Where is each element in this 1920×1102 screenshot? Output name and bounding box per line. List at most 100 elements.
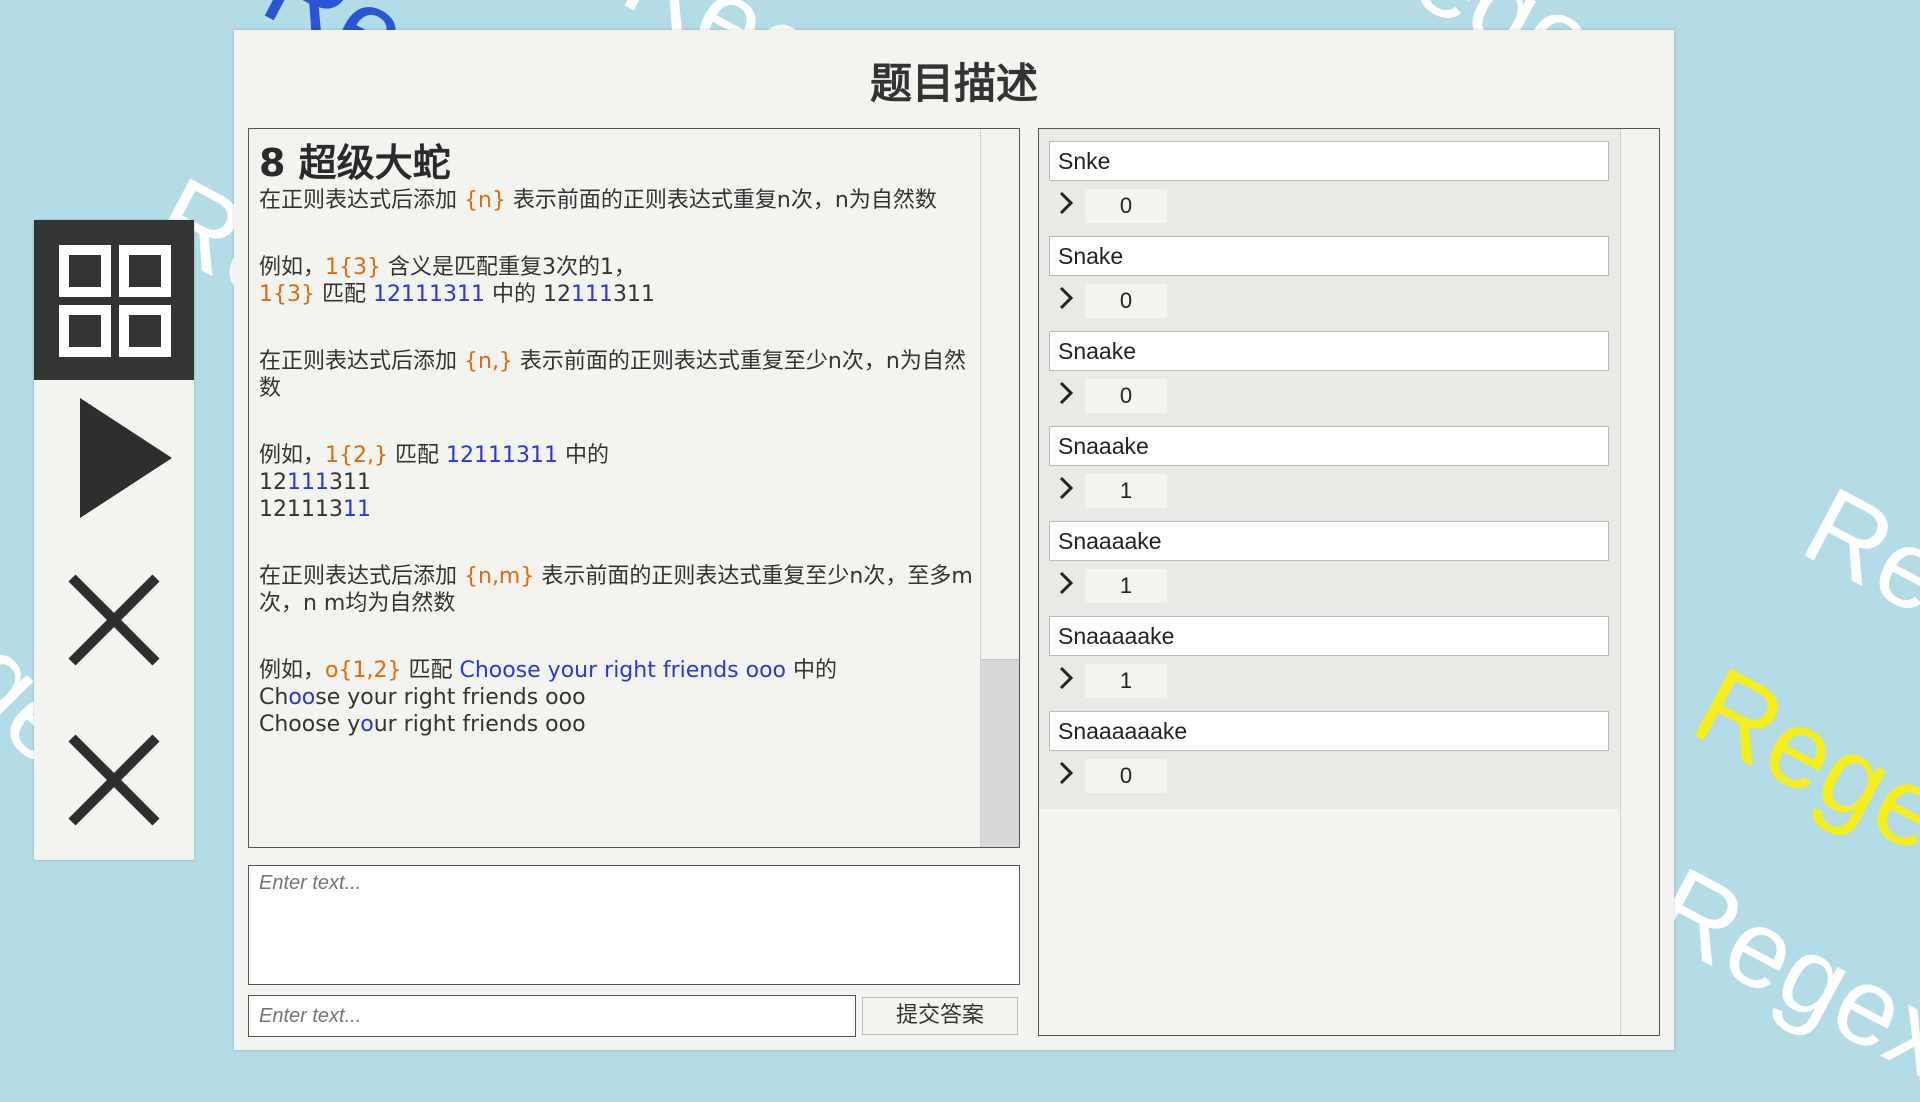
match-highlight: 11 <box>342 497 371 522</box>
pattern-highlight: 1{3} <box>325 255 382 280</box>
example-line: 例如，o{1,2} 匹配 Choose your right friends o… <box>259 657 979 684</box>
test-word: Snake <box>1049 236 1609 276</box>
test-case: Snaaaaake 1 <box>1039 604 1621 699</box>
text: ur right friends ooo <box>373 712 586 737</box>
example-line: 例如，1{2,} 匹配 12111311 中的 <box>259 442 979 469</box>
test-case: Snke 0 <box>1039 129 1621 224</box>
test-cases-scrollbar[interactable] <box>1620 129 1659 1035</box>
description-scrollbar-thumb[interactable] <box>981 659 1019 847</box>
description-paragraph: 在正则表达式后添加 {n,m} 表示前面的正则表达式重复至少n次，至多m次，n … <box>259 563 979 617</box>
test-word: Snaaaaaake <box>1049 711 1609 751</box>
text: Choose y <box>259 712 361 737</box>
test-case: Snaaaake 1 <box>1039 509 1621 604</box>
match-count: 0 <box>1085 284 1167 318</box>
text: se your right friends ooo <box>315 685 586 710</box>
match-count: 0 <box>1085 379 1167 413</box>
test-case: Snake 0 <box>1039 224 1621 319</box>
example-line: Choose your right friends ooo <box>259 684 979 711</box>
match-count: 0 <box>1085 189 1167 223</box>
text: 中的 12 <box>484 282 571 307</box>
description-paragraph: 在正则表达式后添加 {n,} 表示前面的正则表达式重复至少n次，n为自然数 <box>259 348 979 402</box>
text: 中的 <box>557 443 609 468</box>
test-case: Snaaaaaake 0 <box>1039 699 1621 794</box>
pattern-highlight: 1{2,} <box>325 443 388 468</box>
text: 311 <box>329 470 371 495</box>
description-content: 8 超级大蛇 在正则表达式后添加 {n} 表示前面的正则表达式重复n次，n为自然… <box>259 141 979 778</box>
match-count: 1 <box>1085 664 1167 698</box>
test-case: Snaaake 1 <box>1039 414 1621 509</box>
chevron-right-icon[interactable] <box>1053 377 1081 409</box>
text: 匹配 <box>315 282 373 307</box>
text: 中的 <box>786 658 838 683</box>
chevron-right-icon[interactable] <box>1053 472 1081 504</box>
match-highlight: 12111311 <box>446 443 558 468</box>
text: 匹配 <box>401 658 460 683</box>
test-word: Snke <box>1049 141 1609 181</box>
text: 在正则表达式后添加 <box>259 188 464 213</box>
pattern-highlight: o{1,2} <box>325 658 402 683</box>
match-count: 0 <box>1085 759 1167 793</box>
run-button[interactable] <box>34 380 194 540</box>
text: 311 <box>612 282 655 307</box>
example-line: Choose your right friends ooo <box>259 711 979 738</box>
example-line: 例如，1{3} 含义是匹配重复3次的1， <box>259 254 979 281</box>
regex-answer-input[interactable] <box>248 995 856 1037</box>
description-box[interactable]: 8 超级大蛇 在正则表达式后添加 {n} 表示前面的正则表达式重复n次，n为自然… <box>248 128 1020 848</box>
match-count: 1 <box>1085 569 1167 603</box>
match-highlight: 111 <box>570 282 613 307</box>
test-word: Snaaaaake <box>1049 616 1609 656</box>
text: 例如， <box>259 443 326 468</box>
test-text-area[interactable] <box>248 865 1020 985</box>
text: 表示前面的正则表达式重复n次，n为自然数 <box>505 188 937 213</box>
test-word: Snaaake <box>1049 426 1609 466</box>
test-word: Snaaaake <box>1049 521 1609 561</box>
clear-button[interactable] <box>34 540 194 700</box>
example-paragraph: 例如，o{1,2} 匹配 Choose your right friends o… <box>259 657 979 738</box>
background-watermark: Regex <box>1675 643 1920 902</box>
text: 例如， <box>259 255 326 280</box>
example-line: 12111311 <box>259 469 979 496</box>
example-paragraph: 例如，1{2,} 匹配 12111311 中的 12111311 1211131… <box>259 442 979 523</box>
test-cases-list: Snke 0 Snake 0 Snaake 0 Snaaake 1 Snaaaa… <box>1039 129 1621 809</box>
example-line: 12111311 <box>259 496 979 523</box>
text: 例如， <box>259 658 326 683</box>
pattern-highlight: {n,m} <box>464 564 535 589</box>
test-word: Snaake <box>1049 331 1609 371</box>
background-watermark: Regex <box>1785 463 1920 722</box>
level-heading: 8 超级大蛇 <box>259 141 451 185</box>
description-paragraph: 在正则表达式后添加 {n} 表示前面的正则表达式重复n次，n为自然数 <box>259 187 979 214</box>
pattern-highlight: 1{3} <box>259 282 315 307</box>
chevron-right-icon[interactable] <box>1053 662 1081 694</box>
text: 在正则表达式后添加 <box>259 564 464 589</box>
chevron-right-icon[interactable] <box>1053 567 1081 599</box>
example-paragraph: 例如，1{3} 含义是匹配重复3次的1， 1{3} 匹配 12111311 中的… <box>259 254 979 308</box>
chevron-right-icon[interactable] <box>1053 757 1081 789</box>
close-icon <box>68 734 160 826</box>
text: 含义是匹配重复3次的1， <box>381 255 637 280</box>
match-count: 1 <box>1085 474 1167 508</box>
close-button[interactable] <box>34 700 194 860</box>
panel-title: 题目描述 <box>869 59 1038 108</box>
problem-panel: 题目描述 8 超级大蛇 在正则表达式后添加 {n} 表示前面的正则表达式重复n次… <box>234 30 1674 1050</box>
match-highlight: oo <box>288 685 316 710</box>
description-scrollbar[interactable] <box>980 129 1019 847</box>
chevron-right-icon[interactable] <box>1053 282 1081 314</box>
chevron-right-icon[interactable] <box>1053 187 1081 219</box>
text: 在正则表达式后添加 <box>259 349 464 374</box>
pattern-highlight: {n} <box>464 188 506 213</box>
match-highlight: 111 <box>287 470 329 495</box>
match-highlight: 12111311 <box>373 282 485 307</box>
text: Ch <box>259 685 289 710</box>
text: 12 <box>259 470 287 495</box>
submit-answer-button[interactable]: 提交答案 <box>862 997 1018 1035</box>
side-toolbar <box>34 220 194 860</box>
test-case: Snaake 0 <box>1039 319 1621 414</box>
text: 匹配 <box>388 443 446 468</box>
match-highlight: o <box>360 712 374 737</box>
test-cases-box[interactable]: Snke 0 Snake 0 Snaake 0 Snaaake 1 Snaaaa… <box>1038 128 1660 1036</box>
close-icon <box>68 574 160 666</box>
play-icon <box>80 398 172 518</box>
grid-menu-icon <box>59 245 171 357</box>
pattern-highlight: {n,} <box>464 349 513 374</box>
level-menu-button[interactable] <box>34 220 194 380</box>
